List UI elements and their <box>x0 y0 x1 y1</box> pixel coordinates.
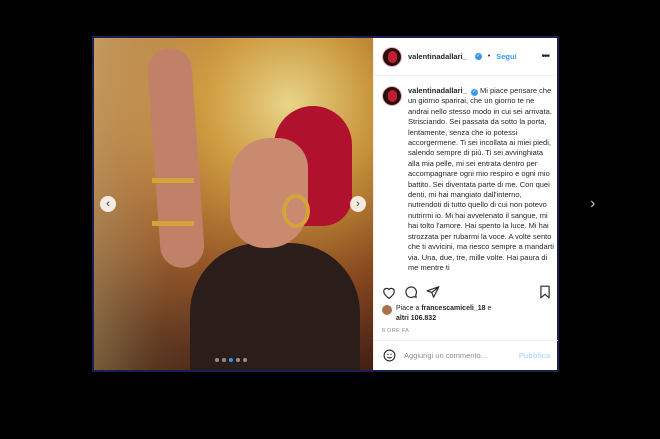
likes-summary: Piace a francescamiceli_18 e altri 106.8… <box>382 304 552 324</box>
follow-button[interactable]: Segui <box>496 52 516 61</box>
share-icon[interactable] <box>426 285 440 299</box>
chevron-left-icon: ‹ <box>106 198 110 210</box>
hoop-earring <box>282 194 310 228</box>
likes-count[interactable]: altri 106.832 <box>396 315 436 322</box>
carousel-dot <box>236 358 240 362</box>
caption-block: valentinadallari_ ✓ Mi piace pensare che… <box>382 86 554 276</box>
figure-body <box>190 243 360 370</box>
caption-username[interactable]: valentinadallari_ <box>408 86 467 95</box>
post-header: valentinadallari_ ✓ • Segui ••• <box>374 38 557 76</box>
bangles <box>152 178 194 226</box>
bookmark-icon[interactable] <box>538 285 552 299</box>
likes-joiner: e <box>487 305 492 312</box>
separator-dot: • <box>487 53 491 60</box>
caption-avatar[interactable] <box>382 86 402 106</box>
liker-avatar[interactable] <box>382 305 392 315</box>
caption-body: Mi piace pensare che un giorno sparirai,… <box>408 86 554 272</box>
post-photo[interactable]: ‹ › <box>94 38 373 370</box>
comment-input[interactable]: Aggiungi un commento... <box>404 351 487 360</box>
caption-text: valentinadallari_ ✓ Mi piace pensare che… <box>408 86 554 276</box>
post-timestamp[interactable]: 8 ORE FA <box>382 328 409 334</box>
carousel-dot <box>222 358 226 362</box>
comment-bar: Aggiungi un commento... Pubblica <box>374 340 558 370</box>
emoji-icon[interactable] <box>382 349 396 363</box>
heart-icon[interactable] <box>382 285 396 299</box>
verified-icon: ✓ <box>474 53 482 60</box>
carousel-dot <box>243 358 247 362</box>
carousel-dots <box>215 358 247 362</box>
instagram-post-modal: ‹ › valentinadallari_ ✓ • Segui ••• vale… <box>92 36 559 372</box>
carousel-prev-button[interactable]: ‹ <box>100 196 116 212</box>
caption-verified-icon: ✓ <box>470 89 478 96</box>
carousel-dot <box>215 358 219 362</box>
next-post-icon[interactable]: › <box>590 195 604 213</box>
chevron-right-icon: › <box>356 198 360 210</box>
comment-icon[interactable] <box>404 285 418 299</box>
carousel-dot <box>229 358 233 362</box>
liked-by-user[interactable]: francescamiceli_18 <box>421 305 485 312</box>
publish-button[interactable]: Pubblica <box>519 351 550 360</box>
more-options-icon[interactable]: ••• <box>541 51 549 62</box>
likes-prefix: Piace a <box>396 305 420 312</box>
carousel-next-button[interactable]: › <box>350 196 366 212</box>
username[interactable]: valentinadallari_ <box>408 52 467 61</box>
avatar[interactable] <box>382 46 402 67</box>
face <box>230 138 308 248</box>
action-bar <box>382 284 552 300</box>
post-sidebar: valentinadallari_ ✓ • Segui ••• valentin… <box>373 38 558 370</box>
